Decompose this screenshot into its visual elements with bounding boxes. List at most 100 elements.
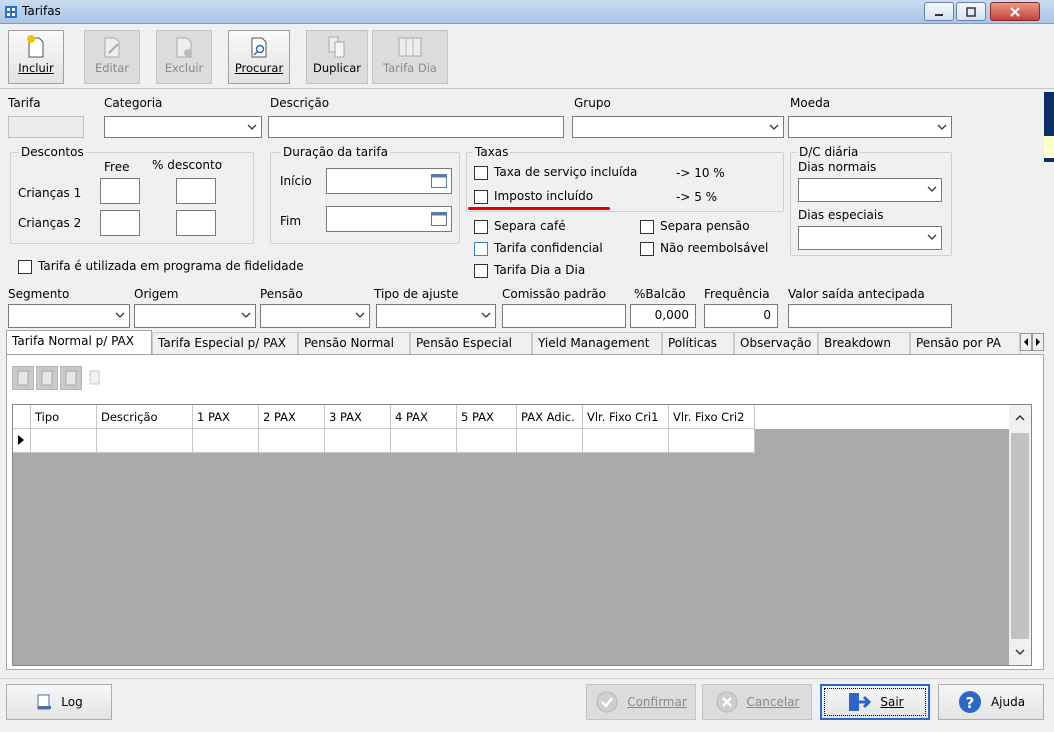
tarifa-confidencial-checkbox[interactable]: [474, 242, 488, 256]
sair-label: Sair: [880, 695, 904, 709]
grid-delete-button[interactable]: [60, 366, 82, 390]
scrollbar-thumb[interactable]: [1011, 433, 1029, 639]
moeda-select[interactable]: [788, 116, 952, 138]
imposto-checkbox[interactable]: [474, 190, 488, 204]
ajuda-button[interactable]: ? Ajuda: [938, 684, 1044, 720]
grid-header-2pax[interactable]: 2 PAX: [259, 405, 325, 429]
grid-cell[interactable]: [391, 429, 457, 453]
tab-yield-management[interactable]: Yield Management: [532, 332, 662, 354]
categoria-select[interactable]: [104, 116, 262, 138]
dias-especiais-label: Dias especiais: [798, 208, 884, 222]
cancelar-button[interactable]: Cancelar: [702, 684, 812, 720]
grid-extra-button[interactable]: [84, 366, 106, 390]
document-icon: [89, 370, 100, 385]
tab-tarifa-especial[interactable]: Tarifa Especial p/ PAX: [152, 332, 298, 354]
criancas2-label: Crianças 2: [18, 216, 82, 230]
calendar-grid-icon: [398, 37, 422, 57]
fim-date-input[interactable]: [326, 206, 452, 232]
tab-scroll-left[interactable]: [1020, 333, 1032, 351]
calendar-icon[interactable]: [431, 174, 447, 188]
dias-normais-select[interactable]: [798, 178, 942, 202]
grid-vertical-scrollbar[interactable]: [1009, 405, 1031, 665]
arrow-right-icon: [1036, 338, 1040, 346]
grid-edit-button[interactable]: [36, 366, 58, 390]
grid-header-vlr-fixo-cri1[interactable]: Vlr. Fixo Cri1: [583, 405, 669, 429]
tab-pensao-especial[interactable]: Pensão Especial: [410, 332, 532, 354]
tab-observacao[interactable]: Observação: [734, 332, 818, 354]
valor-saida-input[interactable]: [788, 304, 952, 328]
tarifa-dia-button[interactable]: Tarifa Dia: [372, 30, 448, 84]
grid-cell[interactable]: [669, 429, 755, 453]
svg-text:?: ?: [966, 694, 975, 712]
grid-header-descricao[interactable]: Descrição: [97, 405, 193, 429]
dias-especiais-select[interactable]: [798, 226, 942, 250]
nao-reembolsavel-checkbox[interactable]: [640, 242, 654, 256]
fidelidade-checkbox[interactable]: [18, 260, 32, 274]
grid-cell[interactable]: [193, 429, 259, 453]
procurar-button[interactable]: Procurar: [228, 30, 290, 84]
grid-cell[interactable]: [583, 429, 669, 453]
tarifa-grid[interactable]: Tipo Descrição 1 PAX 2 PAX 3 PAX 4 PAX 5…: [12, 404, 1032, 666]
grid-header-pax-adic[interactable]: PAX Adic.: [517, 405, 583, 429]
log-button[interactable]: Log: [6, 684, 112, 720]
tab-pensao-por-pax[interactable]: Pensão por PA: [910, 332, 1020, 354]
tab-scroll-right[interactable]: [1032, 333, 1044, 351]
origem-select[interactable]: [134, 304, 256, 328]
edit-document-icon: [104, 37, 120, 58]
confirmar-button[interactable]: Confirmar: [586, 684, 696, 720]
taxa-servico-checkbox[interactable]: [474, 166, 488, 180]
comissao-input[interactable]: [502, 304, 626, 328]
grid-header-vlr-fixo-cri2[interactable]: Vlr. Fixo Cri2: [669, 405, 755, 429]
nao-reembolsavel-label: Não reembolsável: [660, 241, 769, 255]
maximize-button[interactable]: [956, 2, 986, 21]
grid-header-5pax[interactable]: 5 PAX: [457, 405, 517, 429]
close-button[interactable]: [990, 2, 1040, 21]
grid-add-button[interactable]: [12, 366, 34, 390]
tipo-ajuste-select[interactable]: [376, 304, 496, 328]
separa-pensao-checkbox[interactable]: [640, 220, 654, 234]
tab-strip: Tarifa Normal p/ PAX Tarifa Especial p/ …: [6, 330, 1044, 355]
tab-politicas[interactable]: Políticas: [662, 332, 734, 354]
tab-pensao-normal[interactable]: Pensão Normal: [298, 332, 410, 354]
grid-cell[interactable]: [325, 429, 391, 453]
grid-header-tipo[interactable]: Tipo: [31, 405, 97, 429]
editar-button[interactable]: Editar: [84, 30, 140, 84]
grid-cell[interactable]: [97, 429, 193, 453]
tab-tarifa-normal[interactable]: Tarifa Normal p/ PAX: [6, 330, 152, 355]
bottom-divider: [0, 678, 1054, 679]
excluir-button[interactable]: Excluir: [156, 30, 212, 84]
segmento-select[interactable]: [8, 304, 130, 328]
minimize-button[interactable]: [924, 2, 954, 21]
chevron-down-icon[interactable]: [1014, 647, 1026, 657]
criancas1-desconto-input[interactable]: [176, 178, 216, 204]
grid-cell[interactable]: [31, 429, 97, 453]
grid-cell[interactable]: [457, 429, 517, 453]
calendar-icon[interactable]: [431, 212, 447, 226]
pensao-select[interactable]: [260, 304, 370, 328]
dias-normais-label: Dias normais: [798, 160, 877, 174]
criancas2-desconto-input[interactable]: [176, 210, 216, 236]
criancas2-free-input[interactable]: [100, 210, 140, 236]
grid-header-3pax[interactable]: 3 PAX: [325, 405, 391, 429]
tarifa-dia-label: Tarifa Dia: [383, 61, 437, 75]
grid-header-1pax[interactable]: 1 PAX: [193, 405, 259, 429]
separa-cafe-label: Separa café: [494, 219, 566, 233]
inicio-date-input[interactable]: [326, 168, 452, 194]
chevron-up-icon[interactable]: [1014, 413, 1026, 423]
balcao-input[interactable]: 0,000: [630, 304, 696, 328]
grupo-select[interactable]: [572, 116, 784, 138]
grid-cell[interactable]: [517, 429, 583, 453]
separa-cafe-checkbox[interactable]: [474, 220, 488, 234]
grid-header-4pax[interactable]: 4 PAX: [391, 405, 457, 429]
descricao-input[interactable]: [268, 116, 564, 138]
grid-cell[interactable]: [259, 429, 325, 453]
tab-breakdown[interactable]: Breakdown: [818, 332, 910, 354]
incluir-button[interactable]: Incluir: [8, 30, 64, 84]
sair-button[interactable]: Sair: [820, 684, 930, 720]
minimize-icon: [935, 13, 943, 16]
frequencia-input[interactable]: 0: [704, 304, 778, 328]
criancas1-free-input[interactable]: [100, 178, 140, 204]
tarifa-dia-a-dia-checkbox[interactable]: [474, 264, 488, 278]
tarifa-field[interactable]: [8, 116, 84, 138]
duplicar-button[interactable]: Duplicar: [306, 30, 368, 84]
